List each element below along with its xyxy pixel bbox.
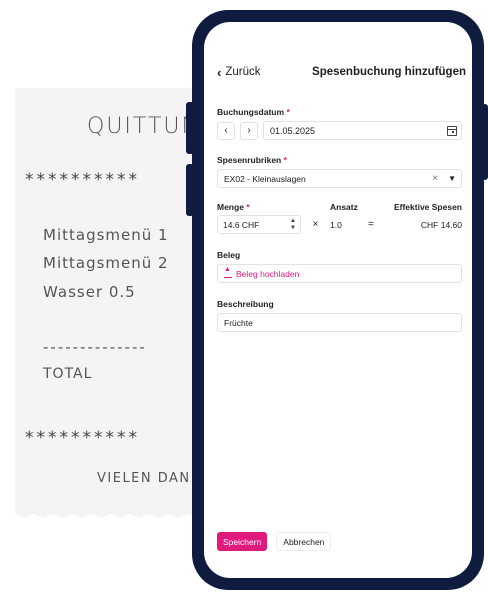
- next-date-button[interactable]: ›: [240, 121, 258, 140]
- top-navigation: ‹ Zurück Spesenbuchung hinzufügen: [217, 62, 466, 82]
- receipt-field: Beleg Beleg hochladen: [217, 250, 462, 283]
- decrement-icon[interactable]: ▼: [290, 225, 296, 232]
- back-label: Zurück: [225, 66, 261, 78]
- description-input[interactable]: Früchte: [217, 313, 462, 332]
- cancel-button[interactable]: Abbrechen: [276, 532, 332, 551]
- booking-date-field: Buchungsdatum * ‹ › 01.05.2025: [217, 107, 462, 140]
- receipt-thanks: VIELEN DAN: [97, 471, 191, 486]
- form-actions: Speichern Abbrechen: [217, 532, 332, 551]
- receipt-item: Wasser 0.5: [43, 283, 136, 301]
- back-button[interactable]: ‹ Zurück: [217, 65, 261, 80]
- expense-category-label-text: Spesenrubriken: [217, 155, 282, 165]
- expense-category-field: Spesenrubriken * EX02 - Kleinauslagen × …: [217, 155, 462, 188]
- phone-screen: ‹ Zurück Spesenbuchung hinzufügen Buchun…: [204, 22, 472, 578]
- receipt-item: Mittagsmenü 2: [43, 254, 169, 272]
- receipt-stars-top: **********: [25, 170, 140, 190]
- booking-date-value: 01.05.2025: [270, 125, 316, 136]
- equals-sign: =: [368, 219, 374, 230]
- rate-label: Ansatz: [330, 202, 358, 212]
- receipt-label: Beleg: [217, 250, 241, 260]
- effective-expenses-label: Effektive Spesen: [393, 202, 462, 212]
- description-field: Beschreibung Früchte: [217, 299, 462, 332]
- chevron-right-icon: ›: [247, 125, 251, 136]
- quantity-stepper[interactable]: 14.6 CHF ▲ ▼: [217, 215, 301, 234]
- booking-date-label-text: Buchungsdatum: [217, 107, 285, 117]
- receipt-total-label: TOTAL: [43, 366, 93, 382]
- expense-category-value: EX02 - Kleinauslagen: [224, 173, 306, 184]
- phone-frame: ‹ Zurück Spesenbuchung hinzufügen Buchun…: [192, 10, 484, 590]
- calendar-icon[interactable]: [447, 125, 457, 136]
- effective-expenses-value: CHF 14.60: [420, 219, 462, 230]
- required-marker: *: [286, 107, 290, 117]
- save-button[interactable]: Speichern: [217, 532, 268, 551]
- quantity-label-text: Menge: [217, 202, 244, 212]
- previous-date-button[interactable]: ‹: [217, 121, 235, 140]
- expense-category-label: Spesenrubriken *: [217, 155, 462, 165]
- receipt-stars-bottom: **********: [25, 428, 140, 448]
- description-value: Früchte: [224, 317, 253, 328]
- quantity-value: 14.6 CHF: [223, 219, 260, 230]
- receipt-title: QUITTUN: [87, 114, 200, 139]
- increment-icon[interactable]: ▲: [290, 218, 296, 225]
- receipt-item: Mittagsmenü 1: [43, 226, 169, 244]
- booking-date-input[interactable]: 01.05.2025: [263, 121, 462, 140]
- upload-icon: [224, 266, 232, 278]
- page-title: Spesenbuchung hinzufügen: [312, 66, 466, 78]
- expense-category-select[interactable]: EX02 - Kleinauslagen × ▼: [217, 169, 462, 188]
- chevron-left-icon: ‹: [224, 125, 228, 136]
- clear-icon[interactable]: ×: [432, 173, 438, 184]
- upload-receipt-button[interactable]: Beleg hochladen: [217, 264, 462, 283]
- quantity-section: Menge * Ansatz Effektive Spesen 14.6 CHF…: [217, 202, 462, 234]
- caret-down-icon[interactable]: ▼: [448, 174, 456, 183]
- rate-value: 1.0: [330, 219, 342, 230]
- booking-date-label: Buchungsdatum *: [217, 107, 462, 117]
- description-label: Beschreibung: [217, 299, 274, 309]
- stepper-arrows: ▲ ▼: [290, 218, 296, 232]
- chevron-left-icon: ‹: [217, 64, 222, 80]
- required-marker: *: [283, 155, 287, 165]
- quantity-label: Menge *: [217, 202, 330, 212]
- receipt-divider: --------------: [43, 338, 147, 356]
- required-marker: *: [246, 202, 250, 212]
- upload-receipt-label: Beleg hochladen: [236, 268, 300, 279]
- multiply-sign: ×: [312, 219, 319, 230]
